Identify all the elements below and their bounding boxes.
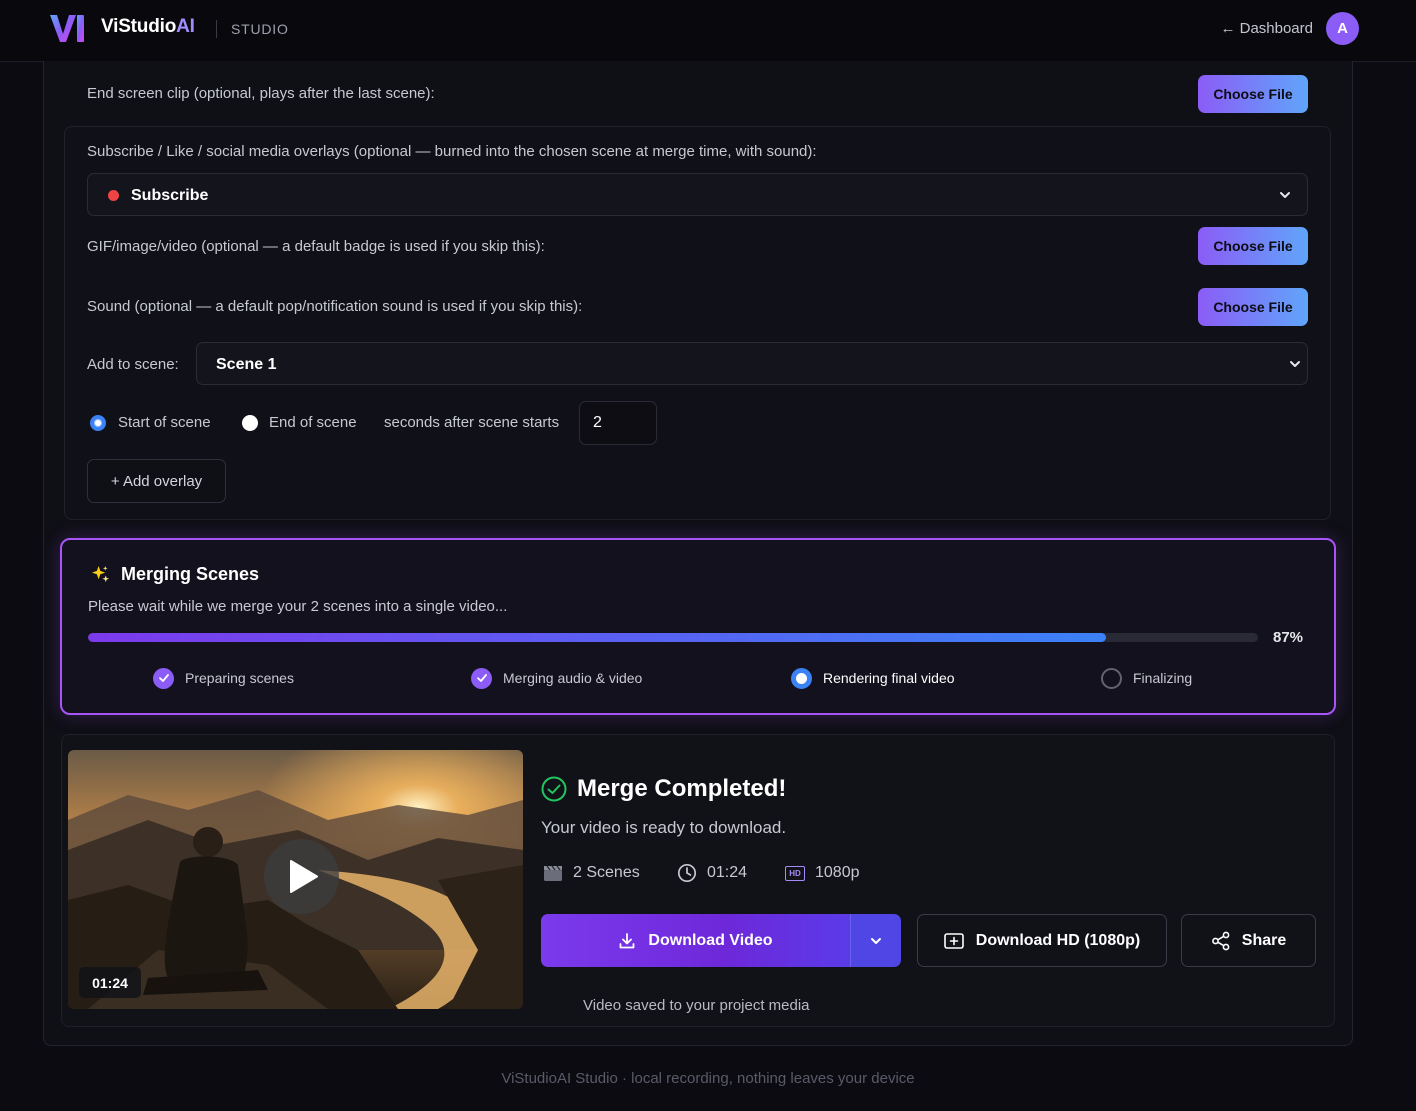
- overlay-type-select[interactable]: Subscribe: [87, 173, 1308, 216]
- step-merging-audio-video: Merging audio & video: [471, 667, 642, 689]
- section-label: STUDIO: [231, 21, 289, 37]
- play-button[interactable]: [264, 839, 339, 914]
- merge-progress-fill: [88, 633, 1106, 642]
- step-preparing-scenes: Preparing scenes: [153, 667, 294, 689]
- step-label: Rendering final video: [823, 670, 955, 686]
- video-resolution: HD 1080p: [785, 863, 860, 883]
- step-label: Finalizing: [1133, 670, 1193, 686]
- start-of-scene-radio[interactable]: [90, 415, 106, 431]
- top-bar: ViStudioAI STUDIO ← Dashboard A: [0, 0, 1416, 62]
- scene-count: 2 Scenes: [543, 863, 640, 883]
- step-finalizing: Finalizing: [1101, 667, 1192, 689]
- clock-icon: [677, 863, 697, 883]
- merge-progress-bar: [88, 633, 1258, 642]
- step-label: Merging audio & video: [503, 670, 643, 686]
- check-circle-icon: [541, 776, 567, 802]
- seconds-input[interactable]: 2: [579, 401, 657, 445]
- check-circle-icon: [471, 667, 492, 689]
- play-icon: [290, 860, 318, 893]
- pending-step-icon: [1101, 667, 1122, 689]
- chevron-down-icon: [871, 937, 881, 944]
- thumbnail-duration-badge: 01:24: [79, 967, 141, 998]
- start-of-scene-label[interactable]: Start of scene: [118, 414, 211, 431]
- scene-select-value: Scene 1: [216, 356, 277, 373]
- add-to-scene-label: Add to scene:: [87, 356, 179, 373]
- merging-description: Please wait while we merge your 2 scenes…: [88, 598, 508, 615]
- avatar[interactable]: A: [1326, 12, 1359, 45]
- download-hd-button[interactable]: Download HD (1080p): [917, 914, 1167, 967]
- overlays-label: Subscribe / Like / social media overlays…: [87, 143, 817, 160]
- merge-completed-title: Merge Completed!: [577, 775, 787, 802]
- seconds-after-label: seconds after scene starts: [384, 414, 560, 431]
- overlay-sound-label: Sound (optional — a default pop/notifica…: [87, 298, 583, 315]
- sparkles-icon: [91, 565, 110, 583]
- download-video-button[interactable]: Download Video: [541, 914, 850, 967]
- merge-completed-subtitle: Your video is ready to download.: [541, 818, 787, 837]
- footer-text: ViStudioAI Studio · local recording, not…: [501, 1070, 915, 1087]
- video-duration: 01:24: [677, 863, 747, 883]
- overlay-media-choose-file-button[interactable]: Choose File: [1198, 227, 1308, 265]
- add-overlay-button[interactable]: + Add overlay: [87, 459, 226, 503]
- chevron-down-icon: [1290, 361, 1300, 367]
- chevron-down-icon: [1280, 192, 1290, 198]
- step-rendering-final-video: Rendering final video: [791, 667, 955, 689]
- end-screen-choose-file-button[interactable]: Choose File: [1198, 75, 1308, 113]
- scene-select[interactable]: Scene 1: [196, 342, 1308, 385]
- dashboard-link[interactable]: ← Dashboard: [1220, 20, 1313, 37]
- brand-name: ViStudioAI: [101, 16, 195, 37]
- saved-note: Video saved to your project media: [583, 997, 810, 1014]
- clapperboard-icon: [544, 865, 562, 881]
- end-screen-label: End screen clip (optional, plays after t…: [87, 85, 435, 102]
- hd-download-icon: [943, 932, 964, 949]
- end-of-scene-label[interactable]: End of scene: [269, 414, 357, 431]
- check-circle-icon: [153, 667, 174, 689]
- download-icon: [620, 932, 635, 948]
- logo-icon[interactable]: [48, 12, 86, 44]
- end-of-scene-radio[interactable]: [242, 415, 258, 431]
- overlay-sound-choose-file-button[interactable]: Choose File: [1198, 288, 1308, 326]
- merging-title: Merging Scenes: [121, 564, 260, 584]
- overlay-type-value: Subscribe: [131, 187, 209, 204]
- active-step-icon: [791, 667, 812, 689]
- download-options-dropdown[interactable]: [850, 914, 901, 967]
- hd-icon: HD: [785, 865, 805, 881]
- brand-divider: [216, 20, 217, 38]
- merge-progress-percent: 87%: [1273, 629, 1304, 646]
- share-icon: [1211, 931, 1230, 950]
- record-dot-icon: [108, 190, 119, 201]
- overlay-media-label: GIF/image/video (optional — a default ba…: [87, 238, 545, 255]
- step-label: Preparing scenes: [185, 670, 294, 686]
- share-button[interactable]: Share: [1181, 914, 1316, 967]
